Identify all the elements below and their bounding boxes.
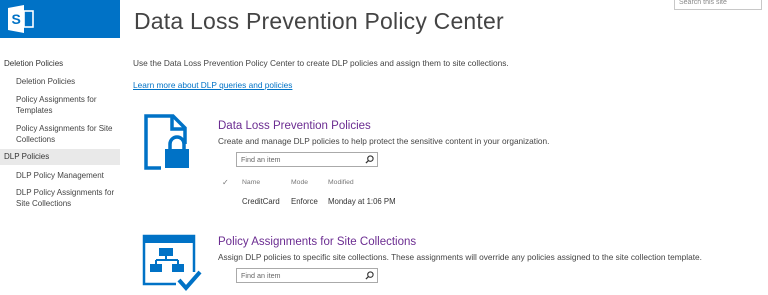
- search-icon[interactable]: [365, 271, 374, 280]
- search-icon[interactable]: [365, 155, 374, 164]
- find-item-input-assignments[interactable]: Find an item: [236, 268, 378, 283]
- find-item-placeholder: Find an item: [241, 155, 281, 164]
- sidebar-item-policy-assignments-site-collections[interactable]: Policy Assignments for Site Collections: [16, 123, 120, 145]
- sidebar-item-policy-assignments-templates[interactable]: Policy Assignments for Templates: [16, 94, 120, 116]
- column-header-modified[interactable]: Modified: [328, 179, 354, 186]
- site-hierarchy-check-icon: [142, 234, 202, 292]
- sharepoint-s-icon: S: [8, 5, 34, 33]
- sharepoint-logo[interactable]: S: [0, 0, 120, 38]
- search-input[interactable]: Search this site: [674, 0, 762, 10]
- table-cell-name[interactable]: CreditCard: [242, 197, 280, 206]
- find-item-placeholder: Find an item: [241, 271, 281, 280]
- sidebar-heading-dlp-policies[interactable]: DLP Policies: [4, 152, 49, 161]
- column-header-name[interactable]: Name: [242, 179, 260, 186]
- section-desc-policy-assignments: Assign DLP policies to specific site col…: [218, 252, 702, 262]
- learn-more-link[interactable]: Learn more about DLP queries and policie…: [133, 80, 292, 90]
- select-all-checkmark[interactable]: ✓: [222, 178, 229, 187]
- section-title-dlp-policies[interactable]: Data Loss Prevention Policies: [218, 120, 371, 132]
- document-lock-icon: [144, 114, 193, 170]
- sidebar-item-deletion-policies[interactable]: Deletion Policies: [16, 76, 120, 87]
- sidebar-heading-deletion-policies[interactable]: Deletion Policies: [4, 59, 63, 68]
- page-title: Data Loss Prevention Policy Center: [134, 8, 504, 34]
- column-header-mode[interactable]: Mode: [291, 179, 308, 186]
- intro-text: Use the Data Loss Prevention Policy Cent…: [133, 58, 509, 68]
- svg-text:S: S: [12, 11, 21, 27]
- table-cell-mode: Enforce: [291, 197, 318, 206]
- section-title-policy-assignments[interactable]: Policy Assignments for Site Collections: [218, 236, 416, 248]
- sidebar-item-dlp-policy-assignments[interactable]: DLP Policy Assignments for Site Collecti…: [16, 187, 120, 209]
- find-item-input-policies[interactable]: Find an item: [236, 152, 378, 167]
- sidebar-item-dlp-policy-management[interactable]: DLP Policy Management: [16, 170, 120, 181]
- section-desc-dlp-policies: Create and manage DLP policies to help p…: [218, 136, 550, 146]
- table-cell-modified: Monday at 1:06 PM: [328, 197, 396, 206]
